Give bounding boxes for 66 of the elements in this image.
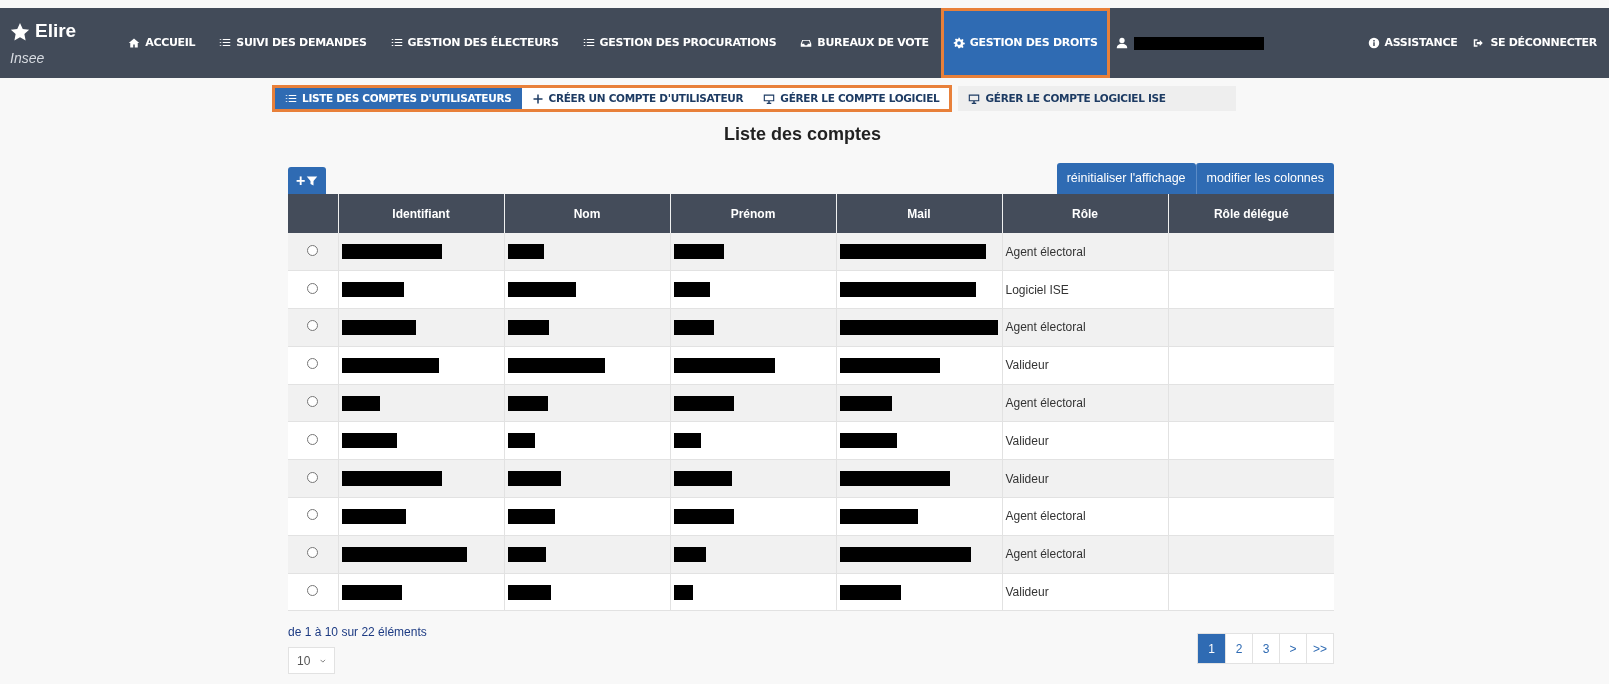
table-cell: Agent électoral <box>1005 244 1086 259</box>
user-icon <box>1115 37 1128 49</box>
table-cell: Logiciel ISE <box>1005 282 1069 297</box>
column-header[interactable]: Rôle délégué <box>1168 194 1334 233</box>
radio-button[interactable] <box>307 547 319 559</box>
list-icon <box>390 37 403 49</box>
monitor-icon <box>763 92 776 105</box>
app-name: Elire <box>35 19 77 44</box>
nav-link[interactable]: BUREAUX DE VOTE <box>788 8 941 78</box>
tray-icon <box>800 37 813 49</box>
nav-link[interactable]: SE DÉCONNECTER <box>1465 8 1605 78</box>
table-cell: Agent électoral <box>1005 396 1086 411</box>
tab[interactable]: GÉRER LE COMPTE LOGICIEL ISE <box>958 86 1236 111</box>
app-subtitle: Insee <box>10 48 46 68</box>
home-icon <box>128 37 141 49</box>
radio-button[interactable] <box>307 244 319 256</box>
table-cell: Agent électoral <box>1005 547 1086 562</box>
plus-icon <box>531 92 544 105</box>
tab[interactable]: LISTE DES COMPTES D'UTILISATEURS <box>275 88 522 109</box>
toolbar-button[interactable]: modifier les colonnes <box>1195 163 1334 194</box>
settings-icon <box>952 37 965 49</box>
monitor-icon <box>968 92 981 105</box>
nav-link[interactable]: GESTION DES PROCURATIONS <box>570 8 789 78</box>
table-cell: Agent électoral <box>1005 509 1086 524</box>
radio-button[interactable] <box>307 320 319 332</box>
chevron-down-icon <box>320 657 326 664</box>
radio-button[interactable] <box>307 471 319 483</box>
radio-button[interactable] <box>307 396 319 408</box>
radio-button[interactable] <box>307 509 319 521</box>
results-summary: de 1 à 10 sur 22 éléments <box>288 624 427 642</box>
radio-button[interactable] <box>307 358 319 370</box>
table-cell: Valideur <box>1005 585 1049 600</box>
radio-button[interactable] <box>307 585 319 597</box>
column-header[interactable]: Identifiant <box>338 194 504 233</box>
column-header[interactable]: Rôle <box>1002 194 1168 233</box>
radio-button[interactable] <box>307 282 319 294</box>
page-size-select[interactable]: 10 <box>288 647 335 675</box>
tab[interactable]: GÉRER LE COMPTE LOGICIEL <box>753 88 950 109</box>
info-icon <box>1367 37 1380 49</box>
page-button[interactable]: 3 <box>1252 634 1279 664</box>
page-button[interactable]: > <box>1279 634 1306 664</box>
table-cell: Agent électoral <box>1005 320 1086 335</box>
star-icon <box>10 21 30 42</box>
radio-button[interactable] <box>307 433 319 445</box>
add-filter-button[interactable]: + <box>288 167 327 194</box>
column-header[interactable]: Mail <box>836 194 1002 233</box>
page-button[interactable]: 1 <box>1198 634 1225 664</box>
column-header[interactable]: Nom <box>504 194 670 233</box>
checklist-icon <box>219 37 232 49</box>
filter-icon <box>306 174 319 187</box>
nav-link[interactable]: ASSISTANCE <box>1359 8 1466 78</box>
toolbar-button[interactable]: réinitialiser l'affichage <box>1056 163 1196 194</box>
nav-link[interactable]: SUIVI DES DEMANDES <box>207 8 379 78</box>
table-cell: Valideur <box>1005 358 1049 373</box>
table-cell: Valideur <box>1005 433 1049 448</box>
page-button[interactable]: >> <box>1306 634 1333 664</box>
nav-link[interactable]: GESTION DES ÉLECTEURS <box>378 8 571 78</box>
page-button[interactable]: 2 <box>1225 634 1252 664</box>
nav-link[interactable]: GESTION DES DROITS <box>940 8 1110 78</box>
nav-link[interactable]: ACCUEIL <box>116 8 208 78</box>
tab[interactable]: CRÉER UN COMPTE D'UTILISATEUR <box>521 88 754 109</box>
table-cell: Valideur <box>1005 471 1049 486</box>
column-header[interactable]: Prénom <box>670 194 836 233</box>
page-title: Liste des comptes <box>722 123 883 146</box>
list-icon <box>582 37 595 49</box>
checklist-icon <box>285 92 297 105</box>
